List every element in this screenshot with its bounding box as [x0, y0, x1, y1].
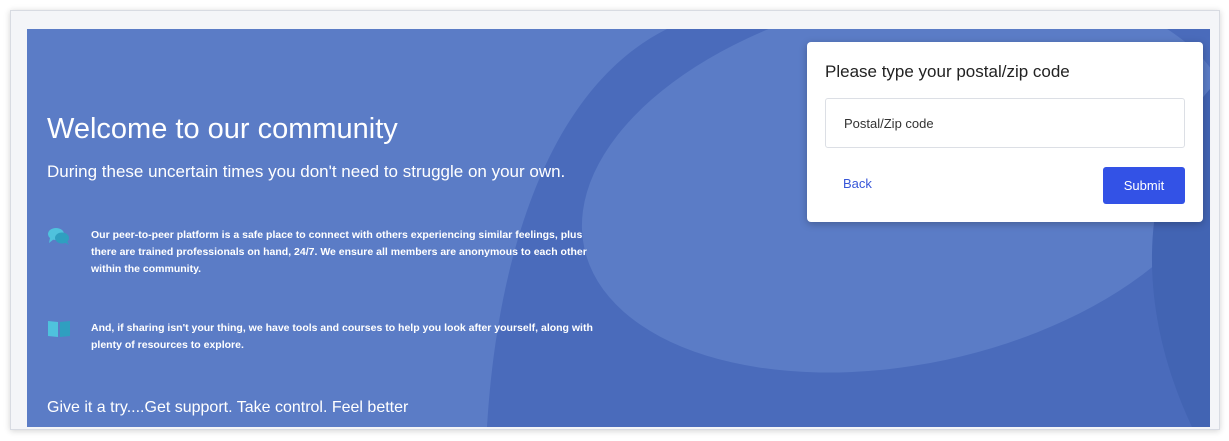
postal-code-input[interactable]	[825, 98, 1185, 148]
back-button[interactable]: Back	[829, 168, 886, 199]
page-title: Welcome to our community	[47, 113, 398, 145]
chat-bubbles-icon	[48, 228, 69, 245]
open-book-icon	[48, 321, 70, 337]
postal-code-prompt: Please type your postal/zip code	[825, 62, 1070, 81]
feature-text: And, if sharing isn't your thing, we hav…	[91, 322, 593, 351]
page-subtitle: During these uncertain times you don't n…	[47, 162, 566, 181]
submit-button[interactable]: Submit	[1103, 167, 1185, 204]
postal-code-card: Please type your postal/zip code Back Su…	[807, 42, 1203, 222]
tagline: Give it a try....Get support. Take contr…	[47, 399, 409, 416]
feature-text: Our peer-to-peer platform is a safe plac…	[91, 229, 587, 275]
